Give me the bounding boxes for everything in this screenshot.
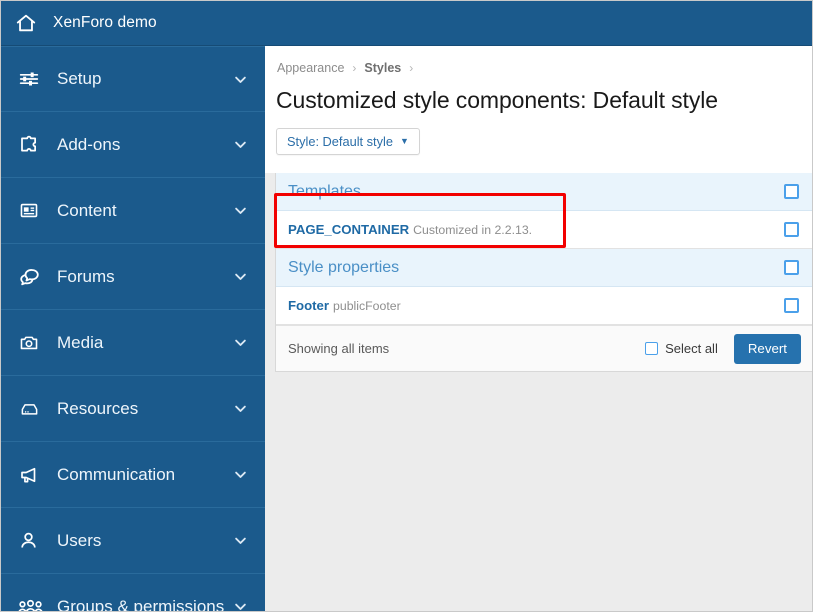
chevron-down-icon[interactable] [231,532,249,550]
list-item-footer[interactable]: Footer publicFooter [276,287,812,325]
sidebar-item-label: Users [57,530,102,550]
sidebar-item-add-ons[interactable]: Add-ons [1,112,265,178]
sidebar-item-label: Resources [57,398,139,418]
sidebar-item-groups-permissions[interactable]: Groups & permissions [1,574,265,612]
breadcrumb-item-appearance[interactable]: Appearance [277,61,344,75]
breadcrumb-separator: › [409,60,414,75]
sidebar-item-label: Setup [57,69,102,88]
top-header-bar: XenForo demo [1,1,812,46]
main-content: Appearance › Styles › Customized style c… [265,46,812,611]
item-text: Footer publicFooter [288,298,784,313]
sidebar-item-label: Content [57,200,117,220]
bullhorn-icon [18,462,46,488]
item-meta: Customized in 2.2.13. [413,223,533,237]
checkbox-select-section-style-properties[interactable] [784,260,799,275]
comments-icon [18,264,46,290]
app-window: XenForo demo Setup Add-ons Content Forum… [0,0,813,612]
chevron-down-icon[interactable] [231,202,249,220]
sidebar-item-label: Add-ons [57,134,121,154]
camera-icon [18,330,46,356]
sidebar-item-label: Forums [57,266,115,286]
chevron-down-icon[interactable] [231,268,249,286]
item-meta: publicFooter [333,299,401,313]
sidebar-item-users[interactable]: Users [1,508,265,574]
sidebar-item-content[interactable]: Content [1,178,265,244]
item-name[interactable]: Footer [288,298,329,313]
section-title: Templates [288,182,361,200]
sidebar-item-setup[interactable]: Setup [1,46,265,112]
puzzle-icon [18,132,46,158]
sidebar-item-label: Communication [57,464,176,484]
list-item-page-container[interactable]: PAGE_CONTAINER Customized in 2.2.13. [276,211,812,249]
chevron-down-icon[interactable] [231,466,249,484]
breadcrumb-item-styles[interactable]: Styles [364,61,401,75]
page-title: Customized style components: Default sty… [276,87,718,113]
breadcrumb: Appearance › Styles › [276,59,812,76]
checkbox-select-page-container[interactable] [784,222,799,237]
article-icon [18,198,46,224]
showing-status: Showing all items [288,341,390,356]
section-header-style-properties: Style properties [276,249,812,287]
select-all-label: Select all [665,341,718,356]
section-header-templates: Templates [276,173,812,211]
style-selector-button[interactable]: Style: Default style ▼ [276,128,420,155]
revert-button[interactable]: Revert [733,333,801,364]
brand-title: XenForo demo [53,14,157,31]
style-selector-label: Style: Default style [287,134,393,149]
chevron-down-icon[interactable] [231,70,249,88]
archive-icon [18,396,46,422]
home-icon[interactable] [13,10,39,36]
breadcrumb-separator: › [352,60,357,75]
user-icon [18,528,46,554]
checkbox-select-footer[interactable] [784,298,799,313]
chevron-down-icon[interactable] [231,598,249,612]
item-name[interactable]: PAGE_CONTAINER [288,222,409,237]
users-group-icon [18,594,46,611]
sidebar-item-label: Groups & permissions [57,596,225,612]
item-text: PAGE_CONTAINER Customized in 2.2.13. [288,222,784,237]
sidebar-item-label: Media [57,332,104,352]
sliders-icon [18,66,46,92]
sidebar-item-media[interactable]: Media [1,310,265,376]
section-title: Style properties [288,258,400,276]
sidebar-item-communication[interactable]: Communication [1,442,265,508]
chevron-down-icon[interactable] [231,400,249,418]
chevron-down-icon[interactable] [231,136,249,154]
chevron-down-icon: ▼ [399,136,409,146]
panel-footer: Showing all items Select all Revert [276,325,812,371]
sidebar-item-forums[interactable]: Forums [1,244,265,310]
select-all-control[interactable]: Select all [645,341,718,356]
customized-components-panel: Templates PAGE_CONTAINER Customized in 2.… [275,173,812,372]
checkbox-select-section-templates[interactable] [784,184,799,199]
chevron-down-icon[interactable] [231,334,249,352]
checkbox-select-all[interactable] [645,342,659,355]
sidebar-nav: Setup Add-ons Content Forums Media Resou… [1,46,265,612]
content-header: Appearance › Styles › Customized style c… [265,46,812,173]
sidebar-item-resources[interactable]: Resources [1,376,265,442]
